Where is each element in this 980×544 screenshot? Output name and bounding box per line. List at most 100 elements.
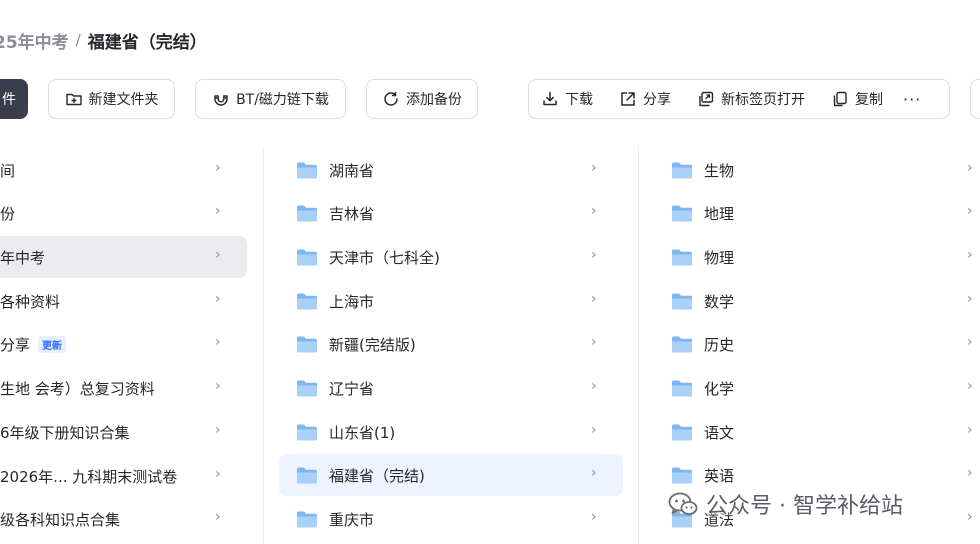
chevron-right-icon: ›	[215, 378, 221, 394]
column-root: 间 › 份 › 年中考 › 各种资料 › 分享 更新 › 生地 会考）总复习资料…	[0, 146, 262, 544]
list-item[interactable]: 2026年... 九科期末测试卷 ›	[0, 455, 247, 497]
chevron-right-icon: ›	[591, 203, 597, 219]
folder-icon	[672, 293, 692, 310]
download-icon	[543, 91, 557, 106]
file-manager: 25年中考 / 福建省（完结） 件 新建文件夹 BT/磁力链下载 添加备份 下载…	[0, 0, 980, 544]
new-folder-label: 新建文件夹	[88, 92, 159, 108]
chevron-right-icon: ›	[591, 334, 597, 350]
list-item-label: 生地 会考）总复习资料	[0, 379, 155, 398]
folder-icon	[297, 467, 317, 484]
folder-icon	[297, 424, 317, 441]
folder-row[interactable]: 辽宁省 ›	[279, 367, 623, 409]
folder-label: 英语	[704, 466, 735, 485]
folder-label: 地理	[704, 204, 735, 223]
chevron-right-icon: ›	[967, 378, 973, 394]
folder-label: 语文	[704, 423, 735, 442]
list-item[interactable]: 各种资料 ›	[0, 280, 247, 322]
update-badge: 更新	[38, 335, 67, 353]
folder-label: 天津市（七科全)	[329, 248, 440, 267]
chevron-right-icon: ›	[967, 334, 973, 350]
folder-icon	[297, 511, 317, 528]
copy-button[interactable]: 复制	[831, 89, 883, 109]
folder-row[interactable]: 上海市 ›	[279, 280, 623, 322]
folder-icon	[672, 162, 692, 179]
chevron-right-icon: ›	[215, 291, 221, 307]
list-item[interactable]: 间 ›	[0, 149, 247, 191]
list-item[interactable]: 级各科知识点合集 ›	[0, 498, 247, 540]
folder-label: 重庆市	[329, 510, 375, 529]
chevron-right-icon: ›	[215, 466, 221, 482]
folder-row-selected[interactable]: 福建省（完结) ›	[279, 454, 623, 496]
chevron-right-icon: ›	[967, 291, 973, 307]
folder-icon	[297, 162, 317, 179]
breadcrumb-parent[interactable]: 25年中考	[0, 28, 69, 53]
list-item-label: 6年级下册知识合集	[0, 423, 130, 442]
folder-icon	[672, 249, 692, 266]
list-item[interactable]: 6年级下册知识合集 ›	[0, 411, 247, 453]
folder-label: 物理	[704, 248, 735, 267]
folder-row[interactable]: 化学 ›	[654, 367, 980, 409]
add-backup-button[interactable]: 添加备份	[366, 79, 478, 119]
folder-row[interactable]: 新疆(完结版) ›	[279, 323, 623, 365]
folder-row[interactable]: 生物 ›	[654, 149, 980, 191]
share-button[interactable]: 分享	[619, 89, 671, 109]
copy-icon	[833, 91, 847, 107]
more-actions-button[interactable]: ···	[903, 90, 921, 109]
folder-row[interactable]: 吉林省 ›	[279, 192, 623, 234]
folder-row[interactable]: 数学 ›	[654, 280, 980, 322]
bt-download-label: BT/磁力链下载	[236, 92, 329, 108]
upload-file-label: 件	[2, 92, 16, 108]
chevron-right-icon: ›	[591, 509, 597, 525]
folder-label: 历史	[704, 335, 735, 354]
new-folder-button[interactable]: 新建文件夹	[48, 79, 175, 119]
list-item-label: 2026年... 九科期末测试卷	[0, 467, 178, 486]
folder-label: 新疆(完结版)	[329, 335, 416, 354]
chevron-right-icon: ›	[591, 422, 597, 438]
folder-icon	[297, 205, 317, 222]
folder-row[interactable]: 重庆市 ›	[279, 498, 623, 540]
breadcrumb: 25年中考 / 福建省（完结）	[0, 27, 207, 53]
toolbar-edge-button[interactable]	[970, 79, 980, 119]
chevron-right-icon: ›	[967, 203, 973, 219]
wechat-watermark: 公众号 · 智学补给站	[668, 487, 903, 521]
bt-download-button[interactable]: BT/磁力链下载	[195, 79, 346, 119]
folder-label: 数学	[704, 292, 735, 311]
folder-icon	[297, 380, 317, 397]
list-item[interactable]: 分享 更新 ›	[0, 323, 247, 365]
chevron-right-icon: ›	[591, 247, 597, 263]
folder-row[interactable]: 天津市（七科全) ›	[279, 236, 623, 278]
chevron-right-icon: ›	[215, 247, 221, 263]
folder-icon	[672, 336, 692, 353]
open-new-tab-label: 新标签页打开	[721, 92, 805, 108]
folder-label: 辽宁省	[329, 379, 375, 398]
chevron-right-icon: ›	[591, 160, 597, 176]
chevron-right-icon: ›	[967, 160, 973, 176]
download-button[interactable]: 下载	[541, 89, 593, 109]
folder-label: 上海市	[329, 292, 375, 311]
folder-icon	[672, 424, 692, 441]
breadcrumb-current: 福建省（完结）	[87, 32, 207, 53]
folder-row[interactable]: 语文 ›	[654, 411, 980, 453]
chevron-right-icon: ›	[215, 334, 221, 350]
list-item[interactable]: 生地 会考）总复习资料 ›	[0, 367, 247, 409]
upload-file-button[interactable]: 件	[0, 79, 28, 119]
list-item[interactable]: 份 ›	[0, 192, 247, 234]
add-backup-label: 添加备份	[406, 92, 462, 108]
folder-row[interactable]: 物理 ›	[654, 236, 980, 278]
folder-icon	[672, 380, 692, 397]
chevron-right-icon: ›	[591, 465, 597, 481]
folder-row[interactable]: 地理 ›	[654, 192, 980, 234]
chevron-right-icon: ›	[215, 422, 221, 438]
chevron-right-icon: ›	[215, 509, 221, 525]
folder-row[interactable]: 湖南省 ›	[279, 149, 623, 191]
chevron-right-icon: ›	[591, 291, 597, 307]
watermark-text: 公众号 · 智学补给站	[706, 494, 903, 519]
list-item-active[interactable]: 年中考 ›	[0, 236, 247, 278]
folder-row[interactable]: 山东省(1) ›	[279, 411, 623, 453]
open-new-tab-button[interactable]: 新标签页打开	[697, 89, 805, 109]
list-item-label: 间	[0, 161, 16, 180]
folder-row[interactable]: 历史 ›	[654, 323, 980, 365]
chevron-right-icon: ›	[215, 203, 221, 219]
copy-label: 复制	[855, 92, 883, 108]
chevron-right-icon: ›	[967, 422, 973, 438]
